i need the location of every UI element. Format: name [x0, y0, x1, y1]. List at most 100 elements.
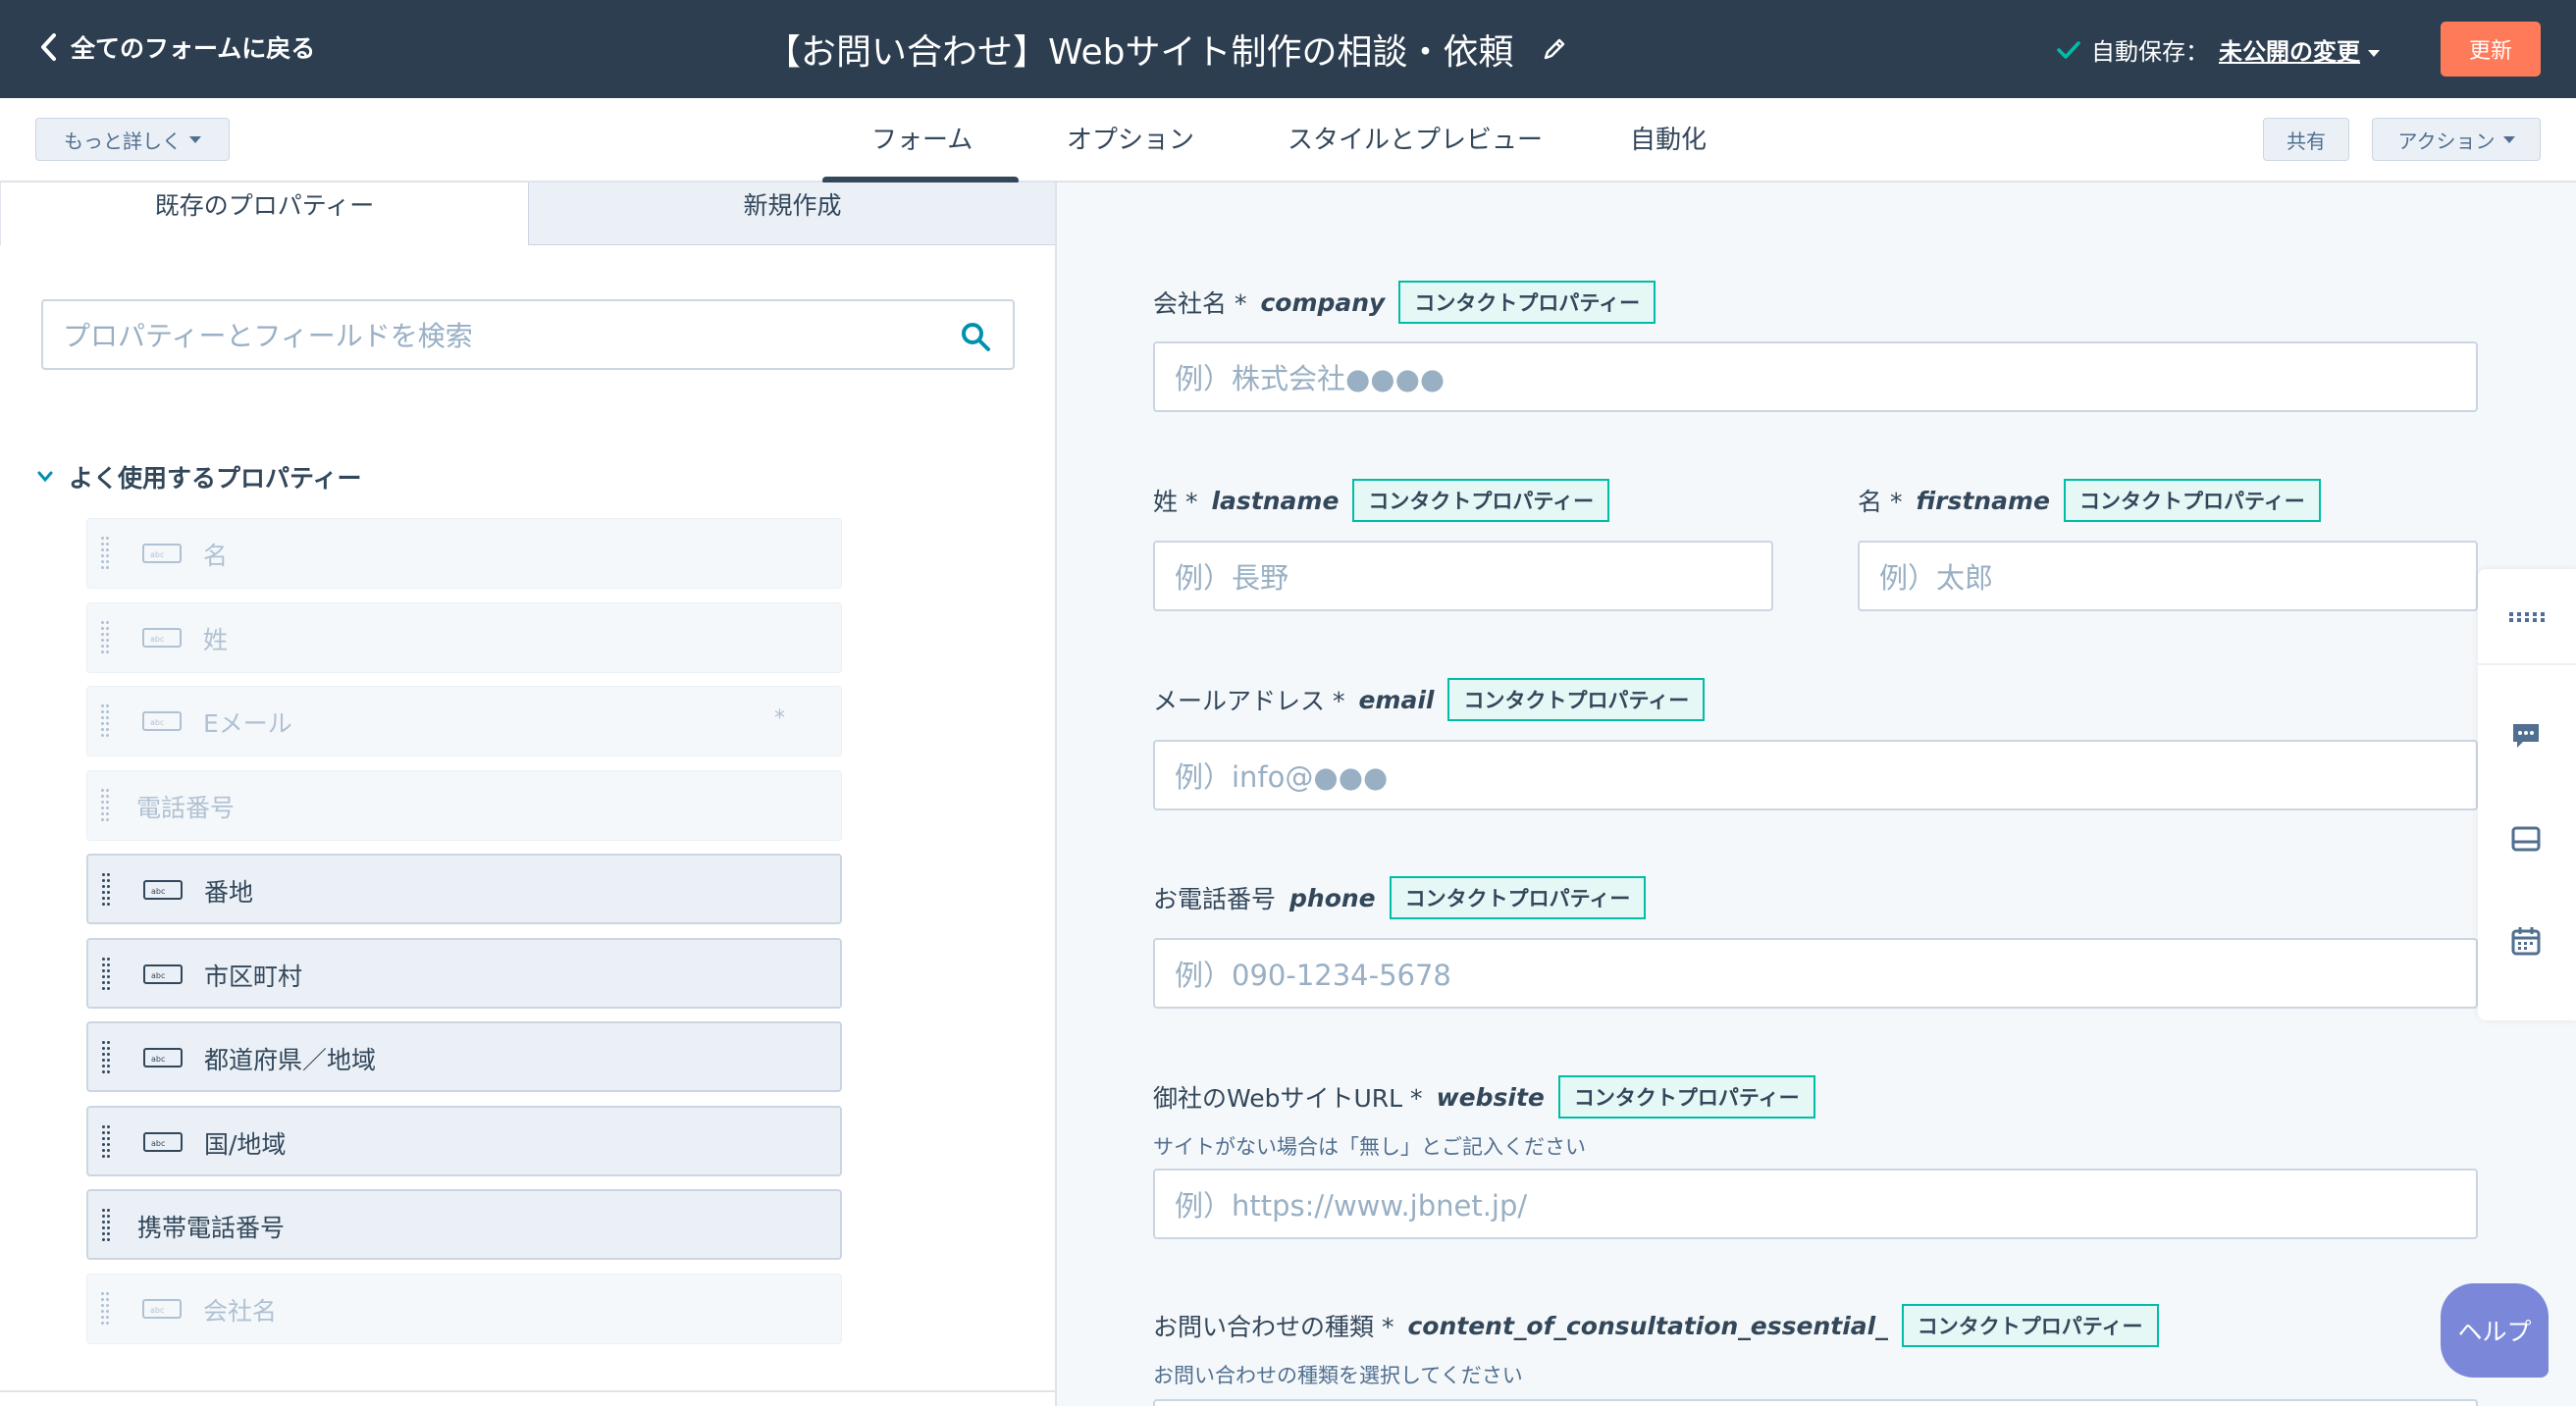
property-item[interactable]: abc 会社名 [86, 1273, 842, 1344]
label-text: メールアドレス * [1153, 687, 1345, 715]
field-label-phone[interactable]: お電話番号 phone コンタクトプロパティー [1153, 876, 1647, 919]
frequent-properties-header[interactable]: よく使用するプロパティー [37, 459, 362, 495]
text-field-icon: abc [142, 627, 182, 648]
check-icon [2057, 40, 2080, 59]
tab-existing-properties[interactable]: 既存のプロパティー [0, 182, 528, 245]
text-field-icon: abc [142, 711, 182, 731]
form-title-text: 【お問い合わせ】Webサイト制作の相談・依頼 [765, 32, 1514, 73]
actions-label: アクション [2397, 129, 2496, 153]
property-item[interactable]: abc 都道府県／地域 [86, 1021, 842, 1092]
calendar-icon[interactable] [2507, 922, 2545, 960]
internal-name: email [1358, 685, 1435, 714]
phone-input[interactable]: 例）090-1234-5678 [1153, 938, 2478, 1009]
property-item[interactable]: abc Eメール * [86, 686, 842, 756]
back-to-forms-link[interactable]: 全てのフォームに戻る [39, 29, 315, 65]
text-field-icon: abc [143, 1048, 183, 1068]
field-label-consultation[interactable]: お問い合わせの種類 * content_of_consultation_esse… [1153, 1304, 2159, 1347]
property-item[interactable]: abc 姓 [86, 601, 842, 673]
email-input[interactable]: 例）info@●●● [1153, 740, 2478, 810]
property-item[interactable]: 携帯電話番号 [86, 1189, 842, 1260]
more-details-label: もっと詳しく [64, 129, 182, 153]
tab-bar: もっと詳しく フォーム オプション スタイルとプレビュー 自動化 共有 アクショ… [0, 98, 2576, 182]
drag-handle-icon[interactable] [102, 957, 112, 993]
tab-automation[interactable]: 自動化 [1630, 120, 1707, 156]
property-label: 市区町村 [204, 962, 303, 991]
property-search-input[interactable]: プロパティーとフィールドを検索 [41, 299, 1015, 370]
form-title: 【お問い合わせ】Webサイト制作の相談・依頼 [765, 24, 1567, 75]
drag-handle-icon[interactable] [102, 873, 112, 909]
inbox-icon[interactable] [2507, 820, 2545, 858]
drag-handle-icon[interactable] [101, 788, 111, 824]
contact-property-badge: コンタクトプロパティー [1447, 678, 1706, 721]
text-field-icon: abc [143, 880, 183, 900]
field-label-firstname[interactable]: 名 * firstname コンタクトプロパティー [1858, 479, 2321, 522]
label-text: お電話番号 [1153, 885, 1277, 913]
property-label: 会社名 [203, 1296, 278, 1326]
label-text: お問い合わせの種類 * [1153, 1313, 1394, 1341]
divider [0, 1390, 1055, 1392]
property-item[interactable]: 電話番号 [86, 769, 842, 841]
text-field-icon: abc [142, 544, 182, 563]
svg-text:abc: abc [151, 1139, 165, 1148]
search-placeholder: プロパティーとフィールドを検索 [63, 320, 473, 352]
tab-style-preview[interactable]: スタイルとプレビュー [1288, 120, 1543, 156]
grid-apps-icon[interactable] [2507, 599, 2545, 636]
chat-icon[interactable] [2507, 716, 2545, 754]
unpublished-changes-text: 未公開の変更 [2219, 38, 2360, 66]
autosave-status: 自動保存： 未公開の変更 [2056, 32, 2380, 67]
label-text: 姓 * [1153, 488, 1198, 516]
autosave-label: 自動保存： [2091, 38, 2209, 66]
tab-form[interactable]: フォーム [871, 120, 973, 156]
internal-name: content_of_consultation_essential_ [1407, 1311, 1888, 1340]
section-title: よく使用するプロパティー [69, 464, 362, 493]
caret-down-icon [2368, 49, 2380, 57]
website-input[interactable]: 例）https://www.jbnet.jp/ [1153, 1169, 2478, 1239]
internal-name: lastname [1211, 486, 1340, 515]
tab-options[interactable]: オプション [1067, 120, 1194, 156]
internal-name: phone [1289, 883, 1376, 912]
svg-text:abc: abc [150, 550, 164, 559]
back-label: 全てのフォームに戻る [71, 34, 316, 63]
internal-name: firstname [1916, 486, 2050, 515]
field-label-email[interactable]: メールアドレス * email コンタクトプロパティー [1153, 678, 1706, 721]
svg-text:abc: abc [151, 887, 165, 896]
property-label: 国/地域 [204, 1129, 287, 1159]
actions-button[interactable]: アクション [2372, 118, 2541, 161]
drag-handle-icon[interactable] [101, 620, 111, 656]
search-icon[interactable] [960, 321, 991, 352]
update-button[interactable]: 更新 [2441, 22, 2541, 77]
field-label-lastname[interactable]: 姓 * lastname コンタクトプロパティー [1153, 479, 1610, 522]
property-item[interactable]: abc 名 [86, 518, 842, 589]
property-item[interactable]: abc 国/地域 [86, 1105, 842, 1176]
property-label: 携帯電話番号 [137, 1214, 286, 1242]
drag-handle-icon[interactable] [102, 1209, 112, 1244]
drag-handle-icon[interactable] [101, 1291, 111, 1328]
firstname-input[interactable]: 例）太郎 [1858, 541, 2478, 611]
help-button[interactable]: ヘルプ [2441, 1283, 2549, 1378]
drag-handle-icon[interactable] [101, 537, 111, 572]
lastname-input[interactable]: 例）長野 [1153, 541, 1773, 611]
unpublished-changes-link[interactable]: 未公開の変更 [2219, 32, 2380, 67]
property-label: Eメール [203, 709, 292, 738]
share-button[interactable]: 共有 [2263, 118, 2349, 161]
website-help-text: サイトがない場合は「無し」とご記入ください [1153, 1135, 1586, 1159]
drag-handle-icon[interactable] [102, 1124, 112, 1161]
company-input[interactable]: 例）株式会社●●●● [1153, 341, 2478, 412]
property-label: 名 [203, 542, 229, 570]
internal-name: company [1260, 287, 1386, 317]
consultation-select[interactable] [1153, 1399, 2478, 1406]
drag-handle-icon[interactable] [102, 1041, 112, 1076]
field-label-company[interactable]: 会社名 * company コンタクトプロパティー [1153, 281, 1656, 324]
tab-create-new[interactable]: 新規作成 [528, 182, 1055, 245]
contact-property-badge: コンタクトプロパティー [2063, 479, 2321, 522]
text-field-icon: abc [143, 1131, 183, 1152]
drag-handle-icon[interactable] [101, 704, 111, 740]
pencil-icon[interactable] [1542, 36, 1567, 62]
more-details-button[interactable]: もっと詳しく [35, 118, 230, 161]
properties-panel: 既存のプロパティー 新規作成 プロパティーとフィールドを検索 よく使用するプロパ… [0, 182, 1057, 1406]
property-item[interactable]: abc 市区町村 [86, 937, 842, 1009]
svg-text:abc: abc [150, 635, 164, 644]
field-label-website[interactable]: 御社のWebサイトURL * website コンタクトプロパティー [1153, 1075, 1815, 1119]
text-field-icon: abc [142, 1298, 182, 1319]
property-item[interactable]: abc 番地 [86, 854, 842, 924]
